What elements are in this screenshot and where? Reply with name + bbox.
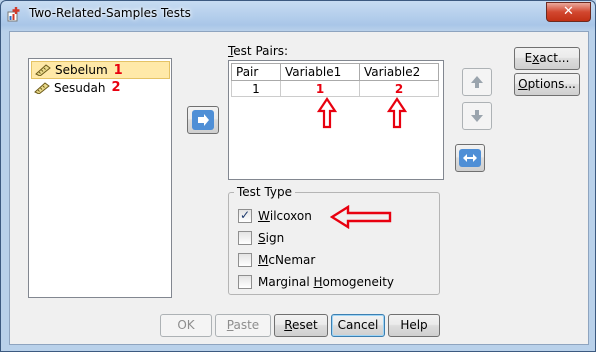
marginal-homogeneity-checkbox[interactable]: Marginal Homogeneity [238, 274, 394, 290]
move-down-button[interactable] [462, 102, 492, 130]
label-rest: est Pairs: [233, 44, 289, 58]
cancel-button[interactable]: Cancel [331, 314, 385, 337]
sign-label-accel: S [258, 231, 266, 245]
paste-label-rest: aste [233, 318, 260, 332]
options-label-accel: O [518, 77, 528, 91]
variable2-cell[interactable]: 2 [359, 80, 439, 97]
paste-button[interactable]: Paste [215, 314, 271, 337]
exact-label-rest: act... [539, 51, 570, 65]
exact-button[interactable]: Exact... [514, 47, 580, 70]
variable-item-sebelum[interactable]: Sebelum 1 [31, 61, 170, 79]
checkbox-box[interactable] [238, 253, 252, 267]
test-pairs-label: Test Pairs: [228, 44, 288, 58]
options-label-rest: ptions... [527, 77, 576, 91]
paste-label-accel: P [226, 318, 234, 332]
variable-name: Sebelum [55, 63, 108, 77]
variable1-cell[interactable]: 1 [280, 80, 360, 97]
mcnemar-checkbox[interactable]: McNemar [238, 252, 315, 268]
wilcoxon-label-accel: W [258, 209, 270, 223]
reset-label-rest: eset [292, 318, 318, 332]
checkbox-box[interactable]: ✓ [238, 208, 252, 223]
scale-variable-icon [35, 64, 51, 76]
marginal-label-rest: omogeneity [322, 275, 395, 289]
variable-name: Sesudah [54, 80, 106, 95]
pair-cell: 1 [231, 80, 281, 97]
options-button[interactable]: Options... [514, 73, 580, 96]
mcnemar-label-accel: M [258, 253, 269, 267]
help-button[interactable]: Help [388, 314, 440, 337]
checkbox-box[interactable] [238, 231, 252, 245]
annotation-arrow-up-2 [387, 97, 407, 129]
window-title: Two-Related-Samples Tests [29, 6, 191, 20]
table-row[interactable]: 1 1 2 [231, 80, 439, 97]
wilcoxon-checkbox[interactable]: ✓ Wilcoxon [238, 208, 312, 224]
column-header-pair[interactable]: Pair [231, 63, 281, 81]
move-to-pairs-button[interactable] [187, 106, 219, 134]
swap-variables-button[interactable] [455, 144, 485, 172]
checkmark-icon: ✓ [240, 208, 251, 222]
marginal-label-accel: H [313, 275, 323, 289]
scale-variable-icon [34, 81, 50, 94]
column-header-variable2[interactable]: Variable2 [359, 63, 439, 81]
test-type-legend: Test Type [237, 185, 293, 199]
swap-arrows-icon [459, 149, 481, 167]
marginal-label-start: Marginal [258, 275, 314, 289]
sign-label-rest: ign [265, 231, 285, 245]
dialog-window: Two-Related-Samples Tests ✕ Sebelum 1 Se… [0, 0, 596, 352]
annotation-number-1: 1 [113, 62, 123, 78]
test-pairs-table[interactable]: Pair Variable1 Variable2 1 1 2 [228, 60, 444, 180]
ok-button[interactable]: OK [160, 314, 212, 337]
title-bar[interactable]: Two-Related-Samples Tests ✕ [1, 1, 595, 27]
reset-button[interactable]: Reset [274, 314, 328, 337]
reset-label-accel: R [284, 318, 293, 332]
spss-dialog-icon [7, 7, 20, 22]
variable-list[interactable]: Sebelum 1 Sesudah 2 [28, 58, 172, 298]
move-up-button[interactable] [462, 68, 492, 96]
arrow-up-icon [471, 76, 483, 88]
wilcoxon-label-rest: ilcoxon [269, 209, 312, 223]
annotation-arrow-up-1 [317, 97, 337, 129]
annotation-number-2: 2 [111, 80, 121, 95]
sign-checkbox[interactable]: Sign [238, 230, 284, 246]
annotation-arrow-left [330, 205, 392, 229]
column-header-variable1[interactable]: Variable1 [280, 63, 360, 81]
close-button[interactable]: ✕ [546, 2, 591, 22]
dialog-body: Sebelum 1 Sesudah 2 Test Pairs: Pair Var… [9, 31, 589, 345]
variable-item-sesudah[interactable]: Sesudah 2 [31, 79, 168, 96]
arrow-down-icon [471, 110, 483, 122]
checkbox-box[interactable] [238, 275, 252, 289]
mcnemar-label-rest: cNemar [268, 253, 316, 267]
arrow-right-icon [192, 110, 214, 130]
